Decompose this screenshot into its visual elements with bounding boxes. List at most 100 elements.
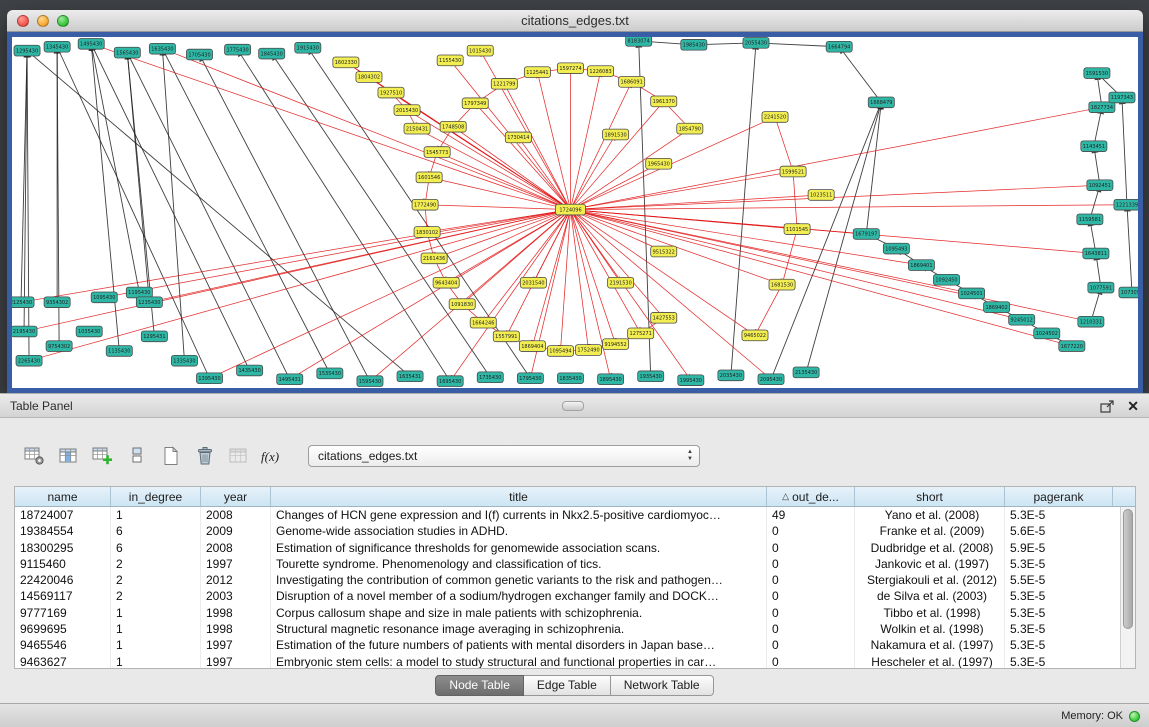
graph-node[interactable]: 1935430	[638, 371, 664, 382]
table-row[interactable]: 1830029562008Estimation of significance …	[15, 540, 1135, 556]
graph-node[interactable]: 1869401	[908, 260, 934, 271]
graph-node[interactable]: 1835430	[557, 373, 583, 384]
graph-node[interactable]: 2195430	[12, 326, 37, 337]
table-row[interactable]: 977716911998Corpus callosum shape and si…	[15, 605, 1135, 621]
graph-node[interactable]: 1601546	[416, 172, 442, 183]
graph-node[interactable]: 1435430	[237, 365, 263, 376]
graph-node[interactable]: 1024501	[959, 288, 985, 299]
scrollbar-thumb[interactable]	[1123, 509, 1133, 629]
graph-node[interactable]: 1535430	[317, 368, 343, 379]
graph-node[interactable]: 1226083	[588, 66, 614, 77]
citation-network-graph[interactable]: 1724096159727412260831686091196137018547…	[12, 37, 1138, 388]
graph-node[interactable]: 1077591	[1088, 282, 1114, 293]
graph-node[interactable]: 2125430	[12, 297, 34, 308]
graph-node[interactable]: 2135430	[793, 367, 819, 378]
graph-node[interactable]: 1827734	[1089, 102, 1115, 113]
graph-node[interactable]: 1895430	[598, 374, 624, 385]
graph-node[interactable]: 1565430	[114, 47, 140, 58]
network-canvas[interactable]: 1724096159727412260831686091196137018547…	[12, 37, 1138, 388]
graph-node[interactable]: 1705430	[186, 49, 212, 60]
graph-node[interactable]: 1797349	[462, 98, 488, 109]
graph-node[interactable]: 1591530	[1084, 68, 1110, 79]
graph-node[interactable]: 1752490	[576, 345, 602, 356]
column-header-in_degree[interactable]: in_degree	[111, 487, 201, 506]
graph-node[interactable]: 1595430	[357, 376, 383, 387]
graph-node[interactable]: 1869404	[519, 341, 545, 352]
graph-node[interactable]: 1635431	[397, 371, 423, 382]
tab-network-table[interactable]: Network Table	[611, 675, 714, 696]
graph-node[interactable]: 9465022	[742, 330, 768, 341]
graph-node[interactable]: 1686091	[619, 76, 645, 87]
graph-node[interactable]: 1125441	[524, 67, 550, 78]
graph-node[interactable]: 1143451	[1081, 141, 1107, 152]
graph-node[interactable]: 1830102	[414, 227, 440, 238]
create-column-icon[interactable]	[90, 444, 116, 468]
graph-node[interactable]: 1599521	[780, 166, 806, 177]
graph-node[interactable]: 1961370	[651, 96, 677, 107]
table-row[interactable]: 1938455462009Genome-wide association stu…	[15, 523, 1135, 539]
import-table-icon[interactable]	[226, 444, 252, 468]
graph-node[interactable]: 1854790	[677, 123, 703, 134]
graph-node[interactable]: 1235430	[136, 297, 162, 308]
graph-node[interactable]: 1795430	[517, 373, 543, 384]
graph-node[interactable]: 1664246	[470, 317, 496, 328]
graph-node[interactable]: 1092451	[1087, 180, 1113, 191]
graph-node[interactable]: 1775430	[225, 44, 251, 55]
table-row[interactable]: 969969511998Structural magnetic resonanc…	[15, 621, 1135, 637]
column-header-pagerank[interactable]: pagerank	[1005, 487, 1113, 506]
graph-node[interactable]: 1295431	[141, 331, 167, 342]
graph-node[interactable]: 1677220	[1059, 341, 1085, 352]
graph-node[interactable]: 2055430	[743, 37, 769, 48]
delete-table-icon[interactable]	[192, 444, 218, 468]
graph-node[interactable]: 1730414	[505, 132, 531, 143]
graph-node[interactable]: 1804302	[356, 72, 382, 83]
graph-node[interactable]: 2150431	[404, 123, 430, 134]
table-row[interactable]: 1872400712008Changes of HCN gene express…	[15, 507, 1135, 523]
graph-node[interactable]: 1395430	[196, 373, 222, 384]
column-header-out_de[interactable]: △out_de...	[767, 487, 855, 506]
graph-node[interactable]: 9754302	[46, 341, 72, 352]
graph-node[interactable]: 1221799	[491, 78, 517, 89]
close-window-button[interactable]	[17, 15, 29, 27]
graph-node[interactable]: 1427553	[651, 312, 677, 323]
graph-node[interactable]: 1557991	[493, 331, 519, 342]
graph-node[interactable]: 1891530	[603, 129, 629, 140]
graph-node[interactable]: 1095430	[91, 292, 117, 303]
graph-node[interactable]: 1495431	[277, 374, 303, 385]
graph-node[interactable]: 1155430	[437, 55, 463, 66]
graph-node[interactable]: 1023511	[808, 190, 834, 201]
tab-node-table[interactable]: Node Table	[435, 675, 524, 696]
graph-node[interactable]: 1495430	[78, 38, 104, 49]
table-mode-icon[interactable]	[22, 444, 48, 468]
table-selector-dropdown[interactable]: citations_edges.txt ▲▼	[308, 445, 700, 467]
zoom-window-button[interactable]	[57, 15, 69, 27]
table-scrollbar[interactable]	[1120, 507, 1135, 668]
column-header-short[interactable]: short	[855, 487, 1005, 506]
panel-resize-grip[interactable]	[562, 401, 584, 411]
column-header-title[interactable]: title	[271, 487, 767, 506]
function-builder-icon[interactable]: f(x)	[260, 444, 286, 468]
graph-node[interactable]: 2241520	[762, 112, 788, 123]
graph-node[interactable]: 1073051	[1119, 287, 1138, 298]
float-panel-icon[interactable]	[1100, 400, 1115, 413]
graph-node[interactable]: 2095430	[758, 374, 784, 385]
graph-node[interactable]: 1965430	[646, 158, 672, 169]
graph-node[interactable]: 1345430	[44, 41, 70, 52]
graph-node[interactable]: 9245012	[1009, 314, 1035, 325]
graph-node[interactable]: 1869402	[984, 302, 1010, 313]
table-row[interactable]: 946554611997Estimation of the future num…	[15, 637, 1135, 653]
graph-node[interactable]: 1927510	[378, 87, 404, 98]
graph-node[interactable]: 1724096	[555, 204, 585, 215]
close-panel-icon[interactable]: ✕	[1127, 394, 1139, 419]
graph-node[interactable]: 1210331	[1078, 316, 1104, 327]
graph-node[interactable]: 1135430	[106, 346, 132, 357]
graph-node[interactable]: 2191530	[608, 277, 634, 288]
graph-node[interactable]: 1091830	[449, 299, 475, 310]
graph-node[interactable]: 1635430	[149, 43, 175, 54]
graph-node[interactable]: 1335430	[171, 355, 197, 366]
show-columns-icon[interactable]	[56, 444, 82, 468]
graph-node[interactable]: 2161436	[421, 253, 447, 264]
graph-node[interactable]: 1845430	[259, 48, 285, 59]
graph-node[interactable]: 1735430	[477, 372, 503, 383]
graph-node[interactable]: 2015430	[394, 105, 420, 116]
